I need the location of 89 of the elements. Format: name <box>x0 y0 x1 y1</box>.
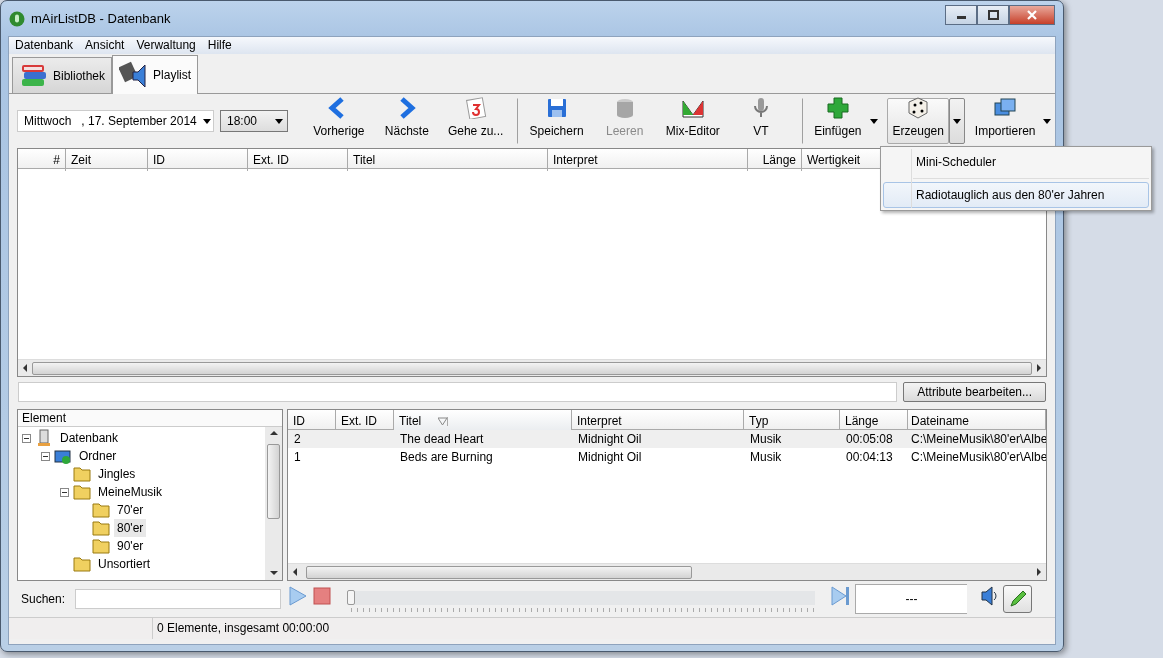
toolbar-button[interactable]: Importieren <box>970 98 1040 144</box>
table-cell-text: C:\MeineMusik\80'er\Albe <box>910 449 1046 466</box>
minimize-button[interactable] <box>945 5 977 25</box>
table-cell-text: Musik <box>749 431 783 448</box>
left-arrow-icon <box>292 568 298 576</box>
column-header[interactable]: Element <box>18 410 282 427</box>
tab[interactable]: Playlist <box>112 55 199 94</box>
table-cell-text: 2 <box>293 431 302 448</box>
menu-item[interactable]: Verwaltung <box>130 37 202 54</box>
sort-arrow-icon <box>438 416 448 426</box>
skip-next-icon <box>831 585 849 606</box>
table-cell-text: The dead Heart <box>399 431 485 448</box>
table-cell-text: Musik <box>749 449 783 466</box>
plus-icon <box>826 97 849 119</box>
toolbar-button[interactable]: Einfügen <box>801 98 866 144</box>
table-cell-text: 1 <box>293 449 302 466</box>
tree-item[interactable]: Jingles <box>95 465 139 483</box>
position-slider[interactable] <box>347 591 815 613</box>
dropdown-arrow-button[interactable] <box>949 98 965 144</box>
table-cell-text: Midnight Oil <box>577 449 643 466</box>
tree-item[interactable]: Unsortiert <box>95 555 153 573</box>
play-icon <box>289 585 307 606</box>
menu-item[interactable]: Datenbank <box>9 37 80 54</box>
window-title: mAirListDB - Datenbank <box>31 9 171 28</box>
pencil-icon <box>1008 590 1027 608</box>
toolbar-button[interactable]: Speichern <box>517 98 588 144</box>
column-header[interactable]: Zeit <box>66 149 148 171</box>
horizontal-scrollbar[interactable] <box>18 359 1046 376</box>
collapse-toggle[interactable] <box>41 451 50 461</box>
edit-button[interactable] <box>1003 585 1032 613</box>
dice-icon <box>907 97 930 119</box>
table-cell-text: C:\MeineMusik\80'er\Albe <box>910 431 1046 448</box>
close-icon <box>1027 10 1037 20</box>
time-display: --- <box>855 584 967 614</box>
column-header[interactable]: ID <box>148 149 248 171</box>
toolbar-button[interactable]: VT <box>729 98 792 144</box>
right-arrow-icon <box>1036 568 1042 576</box>
left-arrow-icon <box>22 364 28 372</box>
collapse-toggle[interactable] <box>60 487 69 497</box>
slider-thumb[interactable] <box>347 590 355 605</box>
table-cell-text: 00:04:13 <box>845 449 894 466</box>
calendar-icon <box>464 97 487 119</box>
table-cell-text: Beds are Burning <box>399 449 494 466</box>
app-logo-icon <box>9 10 25 27</box>
maximize-icon <box>987 10 999 20</box>
collapse-toggle[interactable] <box>22 433 31 443</box>
edit-attributes-button[interactable]: Attribute bearbeiten... <box>903 382 1046 402</box>
tree-item[interactable]: Datenbank <box>57 429 122 447</box>
tree-item[interactable]: 70'er <box>114 501 147 519</box>
column-header[interactable]: Länge <box>748 149 802 171</box>
close-button[interactable] <box>1009 5 1055 25</box>
toolbar-button[interactable]: Erzeugen <box>887 98 950 144</box>
column-header[interactable]: Titel <box>394 410 572 432</box>
toolbar-button[interactable]: Vorherige <box>307 98 370 144</box>
stop-icon <box>313 586 331 605</box>
search-field[interactable] <box>75 589 282 609</box>
down-arrow-icon <box>269 570 278 576</box>
tree-item[interactable]: MeineMusik <box>95 483 166 501</box>
column-header[interactable]: Ext. ID <box>248 149 348 171</box>
search-label: Suchen: <box>21 591 66 608</box>
right-arrow-icon <box>1036 364 1042 372</box>
toolbar-button[interactable]: Nächste <box>375 98 438 144</box>
table-cell-text: Midnight Oil <box>577 431 643 448</box>
table-row[interactable]: 2 The dead Heart Midnight Oil Musik 00:05:08 C:\MeineMusik\80'er\Albe <box>288 430 1046 448</box>
time-dropdown[interactable]: 18:00 <box>220 110 289 132</box>
computer-icon <box>35 429 53 447</box>
tree-item[interactable]: 80'er <box>114 519 147 537</box>
column-header[interactable]: # <box>18 149 66 171</box>
table-row[interactable]: 1 Beds are Burning Midnight Oil Musik 00:04:13 C:\MeineMusik\80'er\Albe <box>288 448 1046 466</box>
menu-item[interactable]: Hilfe <box>201 37 238 54</box>
toolbar-button[interactable]: Gehe zu... <box>443 98 508 144</box>
tree-item[interactable]: Ordner <box>76 447 120 465</box>
table-cell-text: 00:05:08 <box>845 431 894 448</box>
speaker-icon <box>981 585 997 606</box>
horizontal-scrollbar[interactable] <box>288 563 1046 580</box>
input-field[interactable] <box>18 382 898 402</box>
windows-icon <box>994 97 1017 119</box>
toolbar-button[interactable]: Mix-Editor <box>661 98 724 144</box>
vertical-scrollbar[interactable] <box>265 427 282 580</box>
menu-item[interactable]: Radiotauglich aus den 80'er Jahren <box>883 182 1149 208</box>
tab[interactable]: Bibliothek <box>12 57 113 93</box>
maximize-button[interactable] <box>977 5 1009 25</box>
menu-item[interactable]: Ansicht <box>79 37 131 54</box>
column-header[interactable]: Interpret <box>548 149 748 171</box>
up-arrow-icon <box>269 430 278 436</box>
tree-item[interactable]: 90'er <box>114 537 147 555</box>
status-text: 0 Elemente, insgesamt 00:00:00 <box>156 620 331 637</box>
column-header[interactable]: Titel <box>348 149 548 171</box>
date-dropdown[interactable]: Mittwoch , 17. September 2014 <box>17 110 214 132</box>
